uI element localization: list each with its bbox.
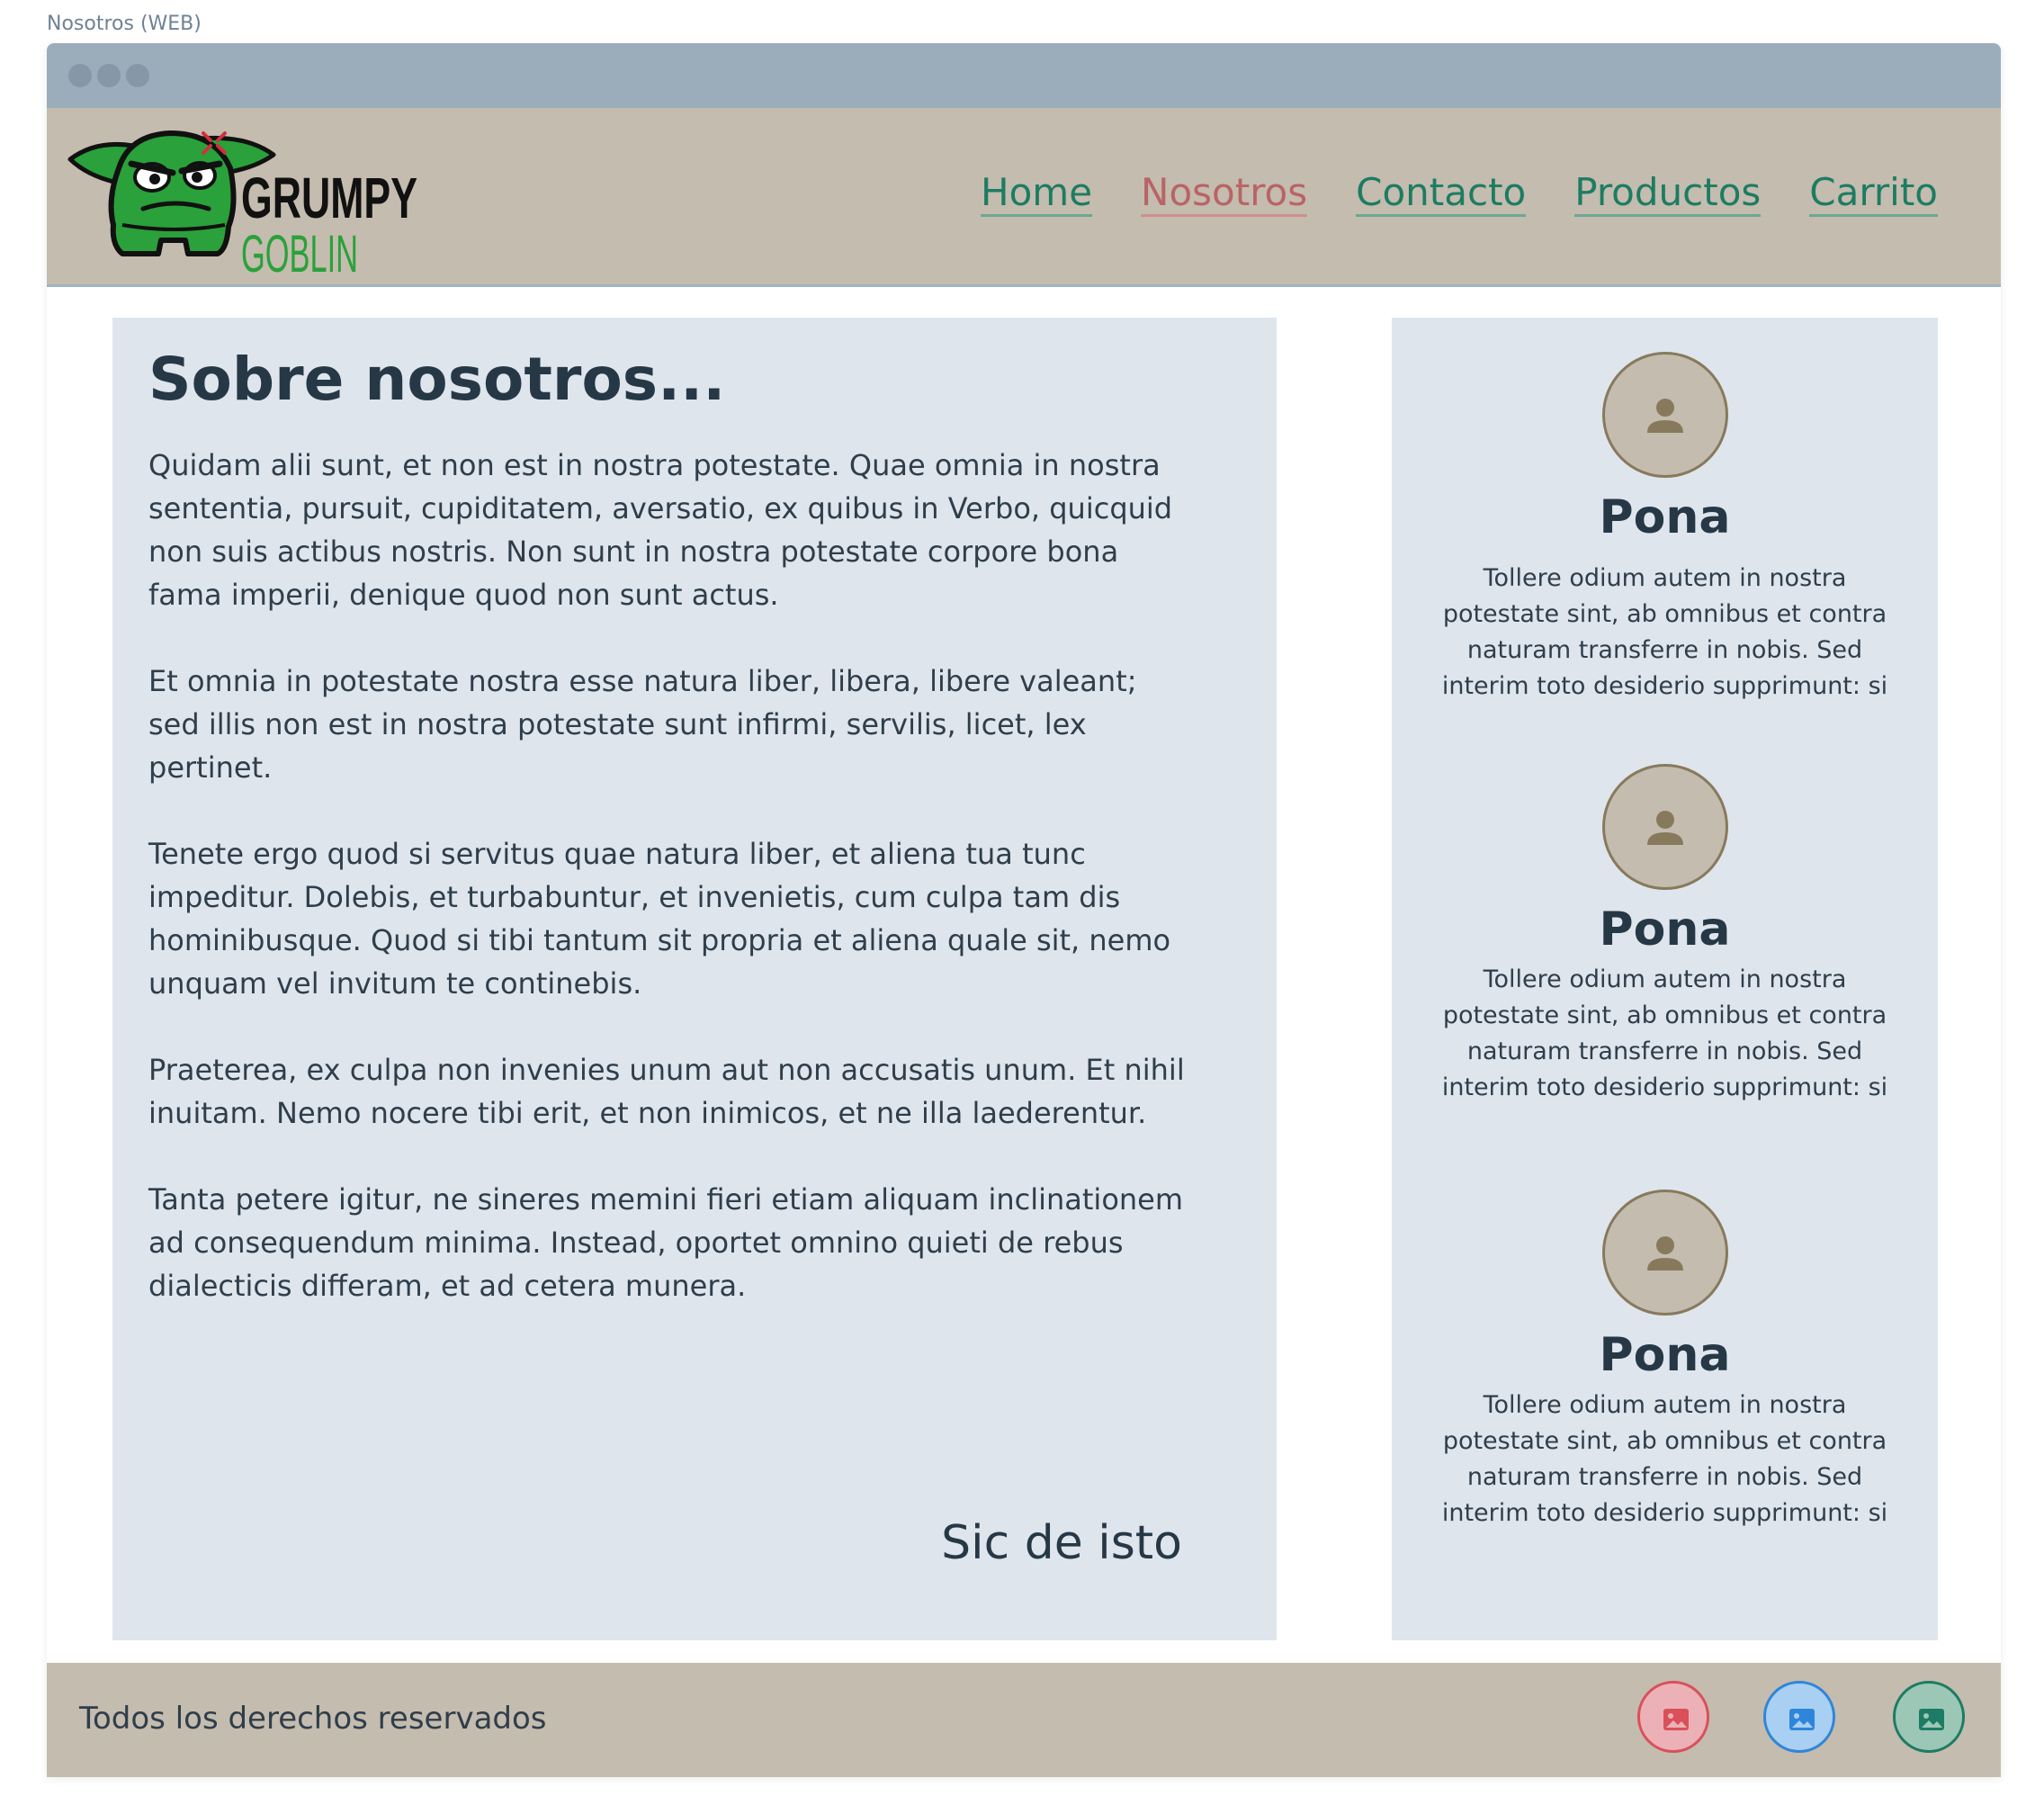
about-paragraph: Praeterea, ex culpa non invenies unum au… — [148, 1053, 1185, 1130]
nav-nosotros[interactable]: Nosotros — [1141, 170, 1308, 218]
nav-home[interactable]: Home — [981, 170, 1093, 218]
about-card: Sobre nosotros... Quidam alii sunt, et n… — [112, 318, 1277, 1640]
social-link-red[interactable] — [1637, 1681, 1709, 1753]
about-paragraph: Et omnia in potestate nostra esse natura… — [148, 664, 1137, 785]
window-dot-icon[interactable] — [97, 64, 121, 87]
team-member: Pona Tollere odium autem in nostra potes… — [1392, 764, 1938, 1106]
frame-title: Nosotros (WEB) — [47, 13, 202, 35]
about-paragraph: Quidam alii sunt, et non est in nostra p… — [148, 448, 1173, 612]
footer: Todos los derechos reservados — [47, 1663, 2001, 1777]
logo-text-goblin: GOBLIN — [241, 225, 358, 277]
copyright-text: Todos los derechos reservados — [79, 1701, 547, 1737]
about-paragraph: Tanta petere igitur, ne sineres memini f… — [148, 1182, 1184, 1303]
member-bio: Tollere odium autem in nostra potestate … — [1441, 1391, 1888, 1527]
about-text: Quidam alii sunt, et non est in nostra p… — [148, 444, 1192, 1351]
grumpy-goblin-logo[interactable]: GRUMPY GOBLIN — [67, 119, 426, 277]
nav-contacto[interactable]: Contacto — [1356, 170, 1527, 218]
member-name: Pona — [1599, 490, 1731, 544]
image-icon — [1789, 1709, 1815, 1730]
team-card: Pona Tollere odium autem in nostra potes… — [1392, 318, 1938, 1640]
member-bio: Tollere odium autem in nostra potestate … — [1441, 965, 1888, 1101]
user-icon — [1646, 811, 1683, 845]
avatar[interactable] — [1601, 352, 1728, 478]
window-dot-icon[interactable] — [126, 64, 149, 87]
page-title: Sobre nosotros... — [148, 345, 726, 414]
team-member: Pona Tollere odium autem in nostra potes… — [1392, 352, 1938, 705]
member-name: Pona — [1599, 1328, 1731, 1382]
browser-window: GRUMPY GOBLIN Home Nosotros Contacto Pro… — [47, 43, 2001, 1777]
window-dot-icon[interactable] — [68, 64, 92, 87]
signature: Sic de isto — [941, 1516, 1182, 1570]
social-link-blue[interactable] — [1763, 1681, 1835, 1753]
team-member: Pona Tollere odium autem in nostra potes… — [1392, 1190, 1938, 1531]
member-name: Pona — [1599, 903, 1731, 956]
nav-carrito[interactable]: Carrito — [1809, 170, 1938, 218]
social-link-green[interactable] — [1893, 1681, 1965, 1753]
avatar[interactable] — [1601, 764, 1728, 890]
about-paragraph: Tenete ergo quod si servitus quae natura… — [148, 837, 1171, 1001]
window-chrome — [47, 43, 2001, 108]
main-nav: Home Nosotros Contacto Productos Carrito — [981, 170, 1938, 218]
nav-productos[interactable]: Productos — [1574, 170, 1762, 218]
user-icon — [1646, 1236, 1683, 1271]
user-icon — [1646, 399, 1683, 433]
logo-text-grumpy: GRUMPY — [241, 166, 417, 230]
member-bio: Tollere odium autem in nostra potestate … — [1441, 564, 1888, 700]
image-icon — [1663, 1709, 1689, 1730]
avatar[interactable] — [1601, 1190, 1728, 1316]
navbar: GRUMPY GOBLIN Home Nosotros Contacto Pro… — [47, 108, 2001, 287]
image-icon — [1919, 1709, 1944, 1730]
